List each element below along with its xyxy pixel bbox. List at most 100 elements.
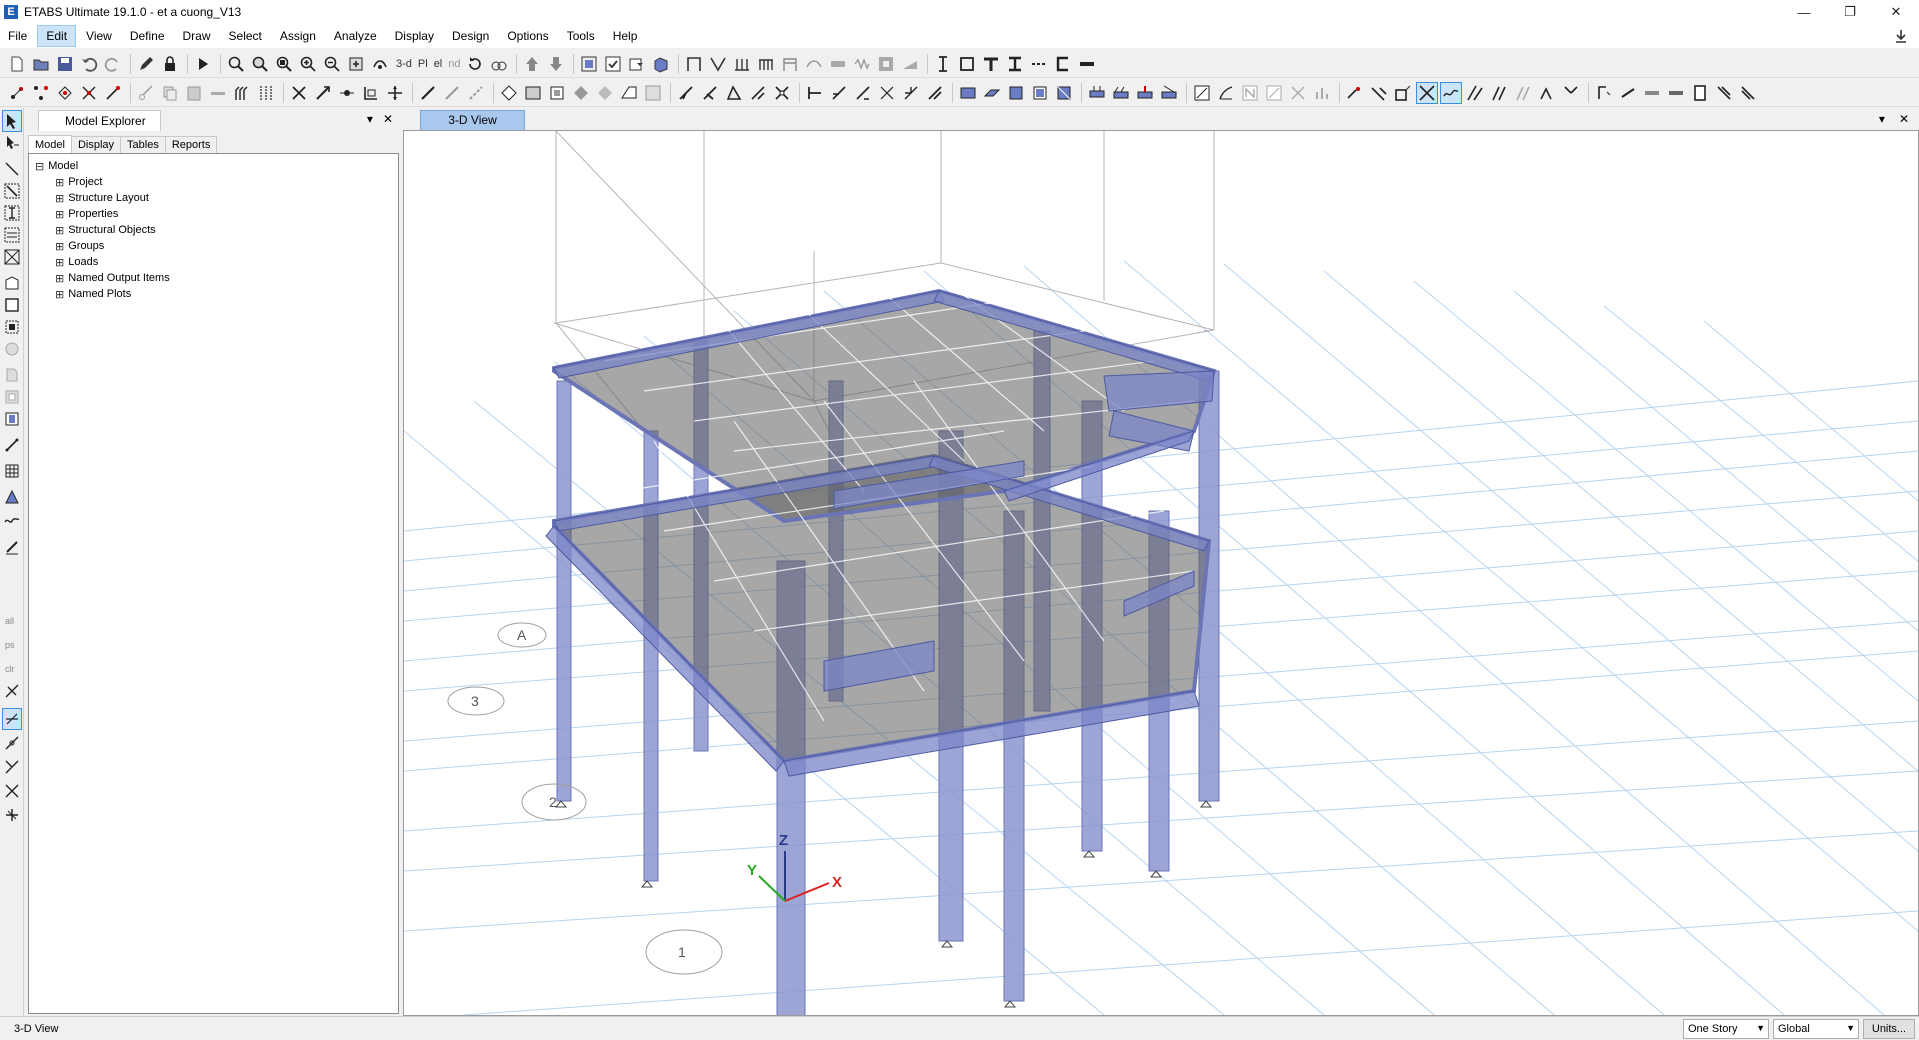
spring-icon[interactable] <box>851 53 873 75</box>
offset-icon[interactable] <box>360 82 382 104</box>
snap-middle-icon[interactable] <box>1392 82 1414 104</box>
object-shrink-icon[interactable] <box>578 53 600 75</box>
menu-tools[interactable]: Tools <box>559 26 603 46</box>
view-3d-button[interactable]: 3-d <box>393 58 415 70</box>
pan-icon[interactable] <box>345 53 367 75</box>
i-section-icon[interactable] <box>1004 53 1026 75</box>
expand-icon[interactable]: ⊞ <box>55 241 65 252</box>
snap-fine-icon[interactable] <box>1512 82 1534 104</box>
replicate-icon[interactable] <box>231 82 253 104</box>
show-energy-icon[interactable] <box>1311 82 1333 104</box>
redo-icon[interactable] <box>102 53 124 75</box>
restore-button[interactable]: ❐ <box>1827 0 1873 24</box>
cut-icon[interactable] <box>135 82 157 104</box>
assign-frame-modifier-icon[interactable] <box>852 82 874 104</box>
assign-release-icon[interactable] <box>771 82 793 104</box>
assign-spring-icon[interactable] <box>699 82 721 104</box>
delete-icon[interactable] <box>288 82 310 104</box>
minimize-button[interactable]: — <box>1781 0 1827 24</box>
assign-frame-insertion-icon[interactable] <box>900 82 922 104</box>
draw-dimension-icon[interactable] <box>2 536 22 558</box>
expand-icon[interactable]: ⊞ <box>55 177 65 188</box>
menu-define[interactable]: Define <box>122 26 173 46</box>
quick-draw-floor-icon[interactable] <box>2 316 22 338</box>
menu-help[interactable]: Help <box>605 26 646 46</box>
opening-icon[interactable] <box>875 53 897 75</box>
open-model-icon[interactable] <box>30 53 52 75</box>
zoom-in-icon[interactable] <box>297 53 319 75</box>
download-icon[interactable] <box>1893 28 1909 44</box>
frame-icon[interactable] <box>683 53 705 75</box>
show-undeformed-icon[interactable] <box>1191 82 1213 104</box>
design-composite-icon[interactable] <box>1641 82 1663 104</box>
draw-brace-icon[interactable] <box>417 82 439 104</box>
tab-tables[interactable]: Tables <box>120 136 166 153</box>
tree-node-groups[interactable]: ⊞ Groups <box>35 238 392 254</box>
draw-grid-beam-icon[interactable] <box>2 224 22 246</box>
draw-grid-icon[interactable] <box>2 460 22 482</box>
assign-diaphragm-icon[interactable] <box>723 82 745 104</box>
zoom-restore-icon[interactable] <box>249 53 271 75</box>
snap-to-ends-icon[interactable] <box>2 732 22 754</box>
pin-dropdown-icon[interactable]: ▾ <box>367 112 373 126</box>
move-up-icon[interactable] <box>521 53 543 75</box>
divide-icon[interactable] <box>207 82 229 104</box>
zoom-full-icon[interactable] <box>273 53 295 75</box>
assign-frame-hinge-icon[interactable] <box>876 82 898 104</box>
assign-spandrel-label-icon[interactable] <box>1029 82 1051 104</box>
align-icon[interactable] <box>384 82 406 104</box>
tree-node-project[interactable]: ⊞ Project <box>35 174 392 190</box>
rotate-3d-icon[interactable] <box>369 53 391 75</box>
run-analysis-icon[interactable] <box>192 53 214 75</box>
snap-line-icon[interactable] <box>1464 82 1486 104</box>
tab-reports[interactable]: Reports <box>164 136 218 153</box>
design-wall-icon[interactable] <box>1689 82 1711 104</box>
move-icon[interactable] <box>312 82 334 104</box>
new-model-icon[interactable] <box>6 53 28 75</box>
draw-beam-icon[interactable] <box>441 82 463 104</box>
menu-edit[interactable]: Edit <box>37 25 77 47</box>
intersecting-line-select-icon[interactable] <box>2 680 22 702</box>
draw-line-icon[interactable] <box>2 158 22 180</box>
expand-icon[interactable]: ⊞ <box>55 273 65 284</box>
draw-region-column-icon[interactable] <box>2 202 22 224</box>
load-temp-icon[interactable] <box>1158 82 1180 104</box>
load-shell-icon[interactable] <box>1134 82 1156 104</box>
pencil-icon[interactable] <box>135 53 157 75</box>
menu-design[interactable]: Design <box>444 26 497 46</box>
snap-extension-icon[interactable] <box>1536 82 1558 104</box>
draw-section-cut-icon[interactable] <box>2 486 22 508</box>
plate-section-icon[interactable] <box>1076 53 1098 75</box>
menu-file[interactable]: File <box>0 26 35 46</box>
view-plan-button[interactable]: Pl <box>415 58 431 70</box>
snap-to-points-icon[interactable] <box>2 708 22 730</box>
draw-opening-icon[interactable] <box>594 82 616 104</box>
model-3d-drawing[interactable]: 1 2 3 A Z X Y <box>404 131 1918 1015</box>
zoom-out-icon[interactable] <box>321 53 343 75</box>
assign-frame-section-icon[interactable] <box>804 82 826 104</box>
menu-draw[interactable]: Draw <box>175 26 219 46</box>
units-button[interactable]: Units... <box>1863 1019 1915 1039</box>
assign-pier-label-icon[interactable] <box>1005 82 1027 104</box>
expand-icon[interactable]: ⊞ <box>55 257 65 268</box>
rotate-joint-icon[interactable] <box>54 82 76 104</box>
draw-link-icon[interactable] <box>2 434 22 456</box>
load-joint-icon[interactable] <box>1086 82 1108 104</box>
select-pointer-icon[interactable] <box>2 110 22 132</box>
quick-draw-area-icon[interactable] <box>546 82 568 104</box>
tee-section-icon[interactable] <box>980 53 1002 75</box>
design-slab-icon[interactable] <box>1665 82 1687 104</box>
design-check-icon[interactable] <box>1713 82 1735 104</box>
expand-icon[interactable]: ⊞ <box>55 209 65 220</box>
model-3d-canvas[interactable]: 1 2 3 A Z X Y <box>403 130 1919 1016</box>
assign-frame-offset-icon[interactable] <box>924 82 946 104</box>
view-nd-button[interactable]: nd <box>445 58 463 70</box>
assign-shell-section-icon[interactable] <box>957 82 979 104</box>
tree-node-model[interactable]: ⊟ Model <box>35 158 392 174</box>
collapse-icon[interactable]: ⊟ <box>35 161 45 172</box>
draw-wall-panel-icon[interactable] <box>2 364 22 386</box>
assign-restraint-icon[interactable] <box>675 82 697 104</box>
snap-intersection-icon[interactable] <box>1416 81 1438 104</box>
snap-grid-icon[interactable] <box>1488 82 1510 104</box>
clear-selection-icon[interactable]: clr <box>2 656 22 678</box>
